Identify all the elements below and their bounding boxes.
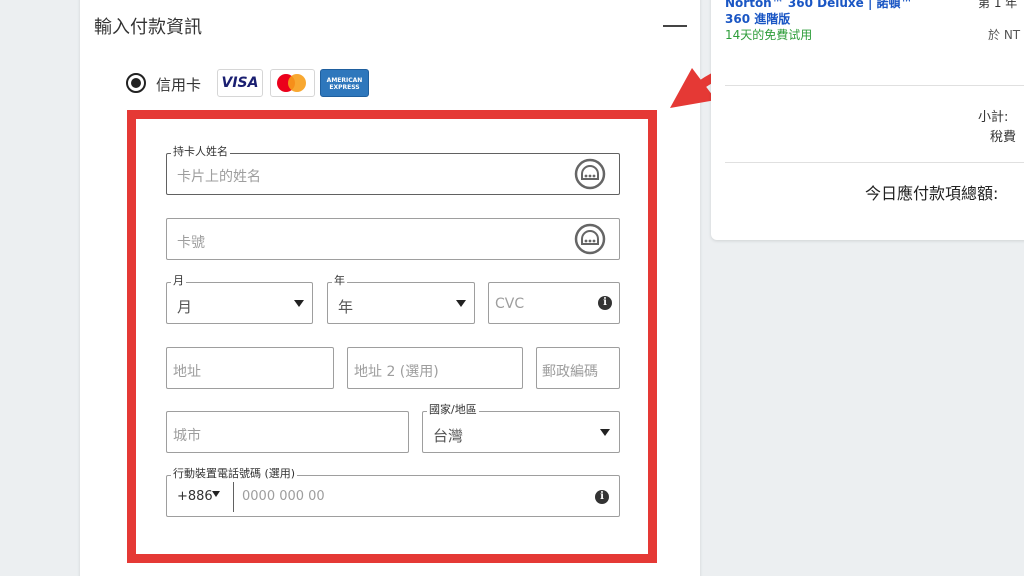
- chevron-down-icon: [600, 429, 610, 436]
- term-text: 第 1 年: [978, 0, 1018, 10]
- visa-logo: VISA: [217, 69, 263, 97]
- chevron-down-icon[interactable]: [212, 491, 220, 497]
- postal-code-field[interactable]: 郵政編碼: [536, 347, 620, 389]
- minus-icon: [663, 25, 687, 27]
- summary-divider: [725, 162, 1024, 163]
- summary-divider: [725, 85, 1024, 86]
- address2-field[interactable]: 地址 2 (選用): [347, 347, 523, 389]
- info-icon[interactable]: i: [595, 490, 609, 504]
- info-icon[interactable]: i: [598, 296, 612, 310]
- year-select[interactable]: 年 年: [327, 274, 475, 324]
- phone-field[interactable]: 行動裝置電話號碼 (選用) +886 0000 000 00 i: [166, 467, 620, 517]
- autofill-keyboard-icon[interactable]: [574, 158, 606, 190]
- city-field[interactable]: 城市: [166, 411, 409, 453]
- product-edition[interactable]: 360 進階版: [725, 10, 790, 27]
- address2-placeholder: 地址 2 (選用): [354, 364, 439, 380]
- month-label: 月: [171, 274, 186, 288]
- total-today-label: 今日應付款項總額:: [865, 184, 999, 203]
- collapse-button[interactable]: [662, 14, 688, 36]
- phone-divider: [233, 482, 234, 512]
- year-value: 年: [338, 298, 354, 316]
- cardholder-name-placeholder: 卡片上的姓名: [177, 169, 261, 185]
- postal-code-placeholder: 郵政編碼: [542, 364, 598, 380]
- autofill-keyboard-icon[interactable]: [574, 223, 606, 255]
- price-text: 於 NT: [988, 28, 1021, 42]
- mastercard-logo: [270, 69, 315, 97]
- phone-country-code[interactable]: +886: [177, 489, 213, 504]
- subtotal-label: 小計:: [978, 110, 1009, 125]
- address-field[interactable]: 地址: [166, 347, 334, 389]
- cvc-placeholder: CVC: [495, 296, 525, 312]
- tax-label: 稅費: [990, 130, 1017, 145]
- credit-card-radio[interactable]: [126, 73, 146, 93]
- phone-label: 行動裝置電話號碼 (選用): [171, 467, 298, 481]
- cardholder-name-label: 持卡人姓名: [171, 145, 230, 159]
- payment-section-title: 輸入付款資訊: [94, 17, 202, 38]
- credit-card-label: 信用卡: [156, 76, 202, 94]
- card-number-placeholder: 卡號: [177, 235, 205, 251]
- amex-logo: AMERICAN EXPRESS: [320, 69, 369, 97]
- card-number-field[interactable]: 卡號: [166, 218, 620, 260]
- chevron-down-icon: [294, 300, 304, 307]
- city-placeholder: 城市: [173, 428, 201, 444]
- month-value: 月: [177, 298, 193, 316]
- cvc-field[interactable]: CVC i: [488, 282, 620, 324]
- country-value: 台灣: [433, 427, 464, 445]
- month-select[interactable]: 月 月: [166, 274, 313, 324]
- country-select[interactable]: 國家/地區 台灣: [422, 403, 620, 453]
- country-label: 國家/地區: [427, 403, 479, 417]
- address-placeholder: 地址: [173, 364, 201, 380]
- cardholder-name-field[interactable]: 持卡人姓名 卡片上的姓名: [166, 145, 620, 195]
- year-label: 年: [332, 274, 347, 288]
- chevron-down-icon: [456, 300, 466, 307]
- trial-text: 14天的免費试用: [725, 28, 813, 42]
- phone-placeholder: 0000 000 00: [242, 489, 325, 504]
